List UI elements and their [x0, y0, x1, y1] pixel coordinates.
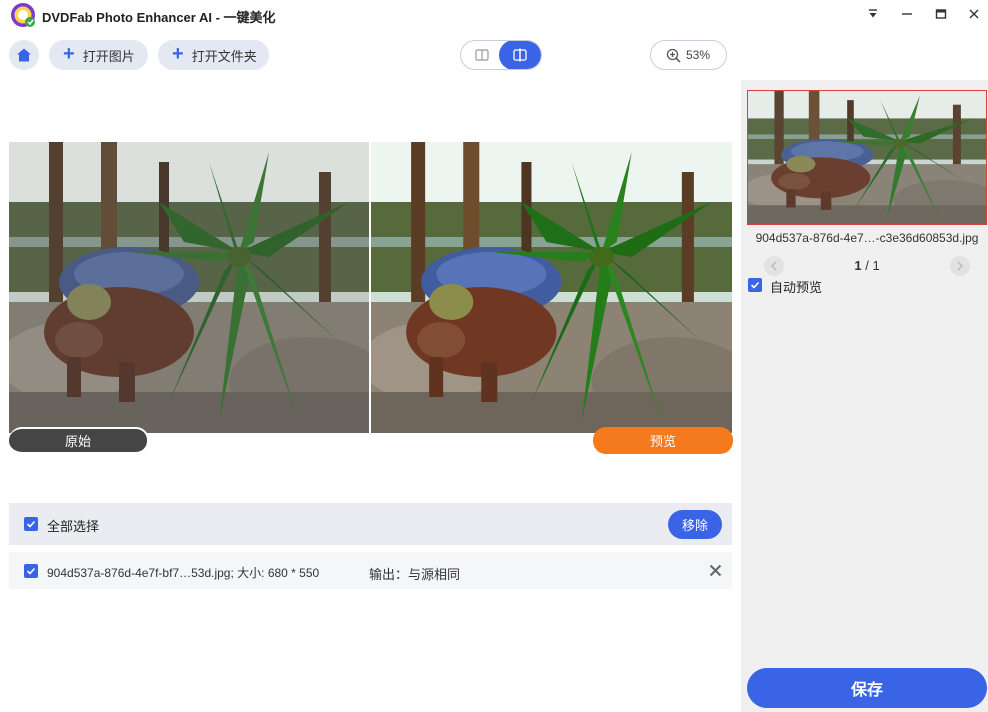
- zoom-in-icon: [666, 48, 681, 63]
- app-window: DVDFab Photo Enhancer AI - 一键美化 + 打开图片 +…: [0, 0, 988, 712]
- checkmark-icon: [26, 520, 36, 528]
- page-indicator: 1 / 1: [847, 258, 887, 273]
- checkmark-icon: [26, 567, 36, 575]
- remove-file-button[interactable]: [709, 564, 722, 582]
- chevron-left-icon: [770, 261, 777, 271]
- select-all-label: 全部选择: [47, 519, 100, 534]
- plus-icon: +: [63, 43, 75, 65]
- zoom-level: 53%: [686, 48, 711, 62]
- original-image: [9, 142, 369, 433]
- file-row: 904d537a-876d-4e7f-bf7…53d.jpg; 大小: 680 …: [9, 552, 732, 589]
- page-separator: /: [865, 258, 869, 273]
- close-icon: [709, 564, 722, 577]
- select-all-checkbox[interactable]: [24, 517, 38, 531]
- preview-image: [371, 142, 732, 433]
- page-total: 1: [872, 258, 880, 273]
- open-folder-label: 打开文件夹: [191, 48, 257, 64]
- view-mode-toggle: [460, 40, 542, 70]
- compare-view-button[interactable]: [499, 41, 541, 69]
- home-button[interactable]: [9, 40, 39, 70]
- title-bar: DVDFab Photo Enhancer AI - 一键美化: [0, 0, 988, 30]
- auto-preview-checkbox[interactable]: [748, 278, 762, 292]
- minimize-icon: [902, 13, 912, 15]
- thumbnail-image[interactable]: [747, 90, 987, 225]
- checkmark-icon: [750, 281, 760, 289]
- dropdown-icon: [869, 9, 877, 18]
- original-label-tag: 原始: [9, 427, 149, 454]
- close-icon: [969, 9, 979, 19]
- close-window-button[interactable]: [962, 3, 986, 25]
- plus-icon: +: [172, 43, 184, 65]
- window-title: DVDFab Photo Enhancer AI - 一键美化: [42, 10, 276, 25]
- auto-preview-label: 自动预览: [770, 280, 823, 295]
- compare-view-icon: [513, 48, 527, 62]
- next-page-button[interactable]: [950, 256, 970, 276]
- app-logo-icon: [11, 3, 35, 27]
- side-by-side-view-button[interactable]: [461, 41, 502, 69]
- thumbnail-filename: 904d537a-876d-4e7…-c3e36d60853d.jpg: [755, 231, 979, 245]
- window-dropdown-button[interactable]: [861, 3, 885, 25]
- file-info: 904d537a-876d-4e7f-bf7…53d.jpg; 大小: 680 …: [47, 566, 320, 580]
- select-all-bar: 全部选择: [9, 503, 732, 545]
- page-current: 1: [854, 258, 862, 273]
- home-icon: [17, 48, 31, 62]
- preview-label-tag: 预览: [593, 427, 733, 454]
- previous-page-button[interactable]: [764, 256, 784, 276]
- open-image-button[interactable]: + 打开图片: [49, 40, 148, 70]
- output-setting: 输出：与源相同: [369, 567, 461, 582]
- file-row-checkbox[interactable]: [24, 564, 38, 578]
- remove-button[interactable]: 移除: [668, 510, 722, 539]
- maximize-button[interactable]: [929, 3, 953, 25]
- split-view-icon: [474, 49, 489, 61]
- chevron-right-icon: [957, 261, 964, 271]
- open-image-label: 打开图片: [82, 48, 135, 64]
- open-folder-button[interactable]: + 打开文件夹: [158, 40, 269, 70]
- zoom-control[interactable]: 53%: [650, 40, 727, 70]
- save-button[interactable]: 保存: [747, 668, 987, 708]
- maximize-icon: [935, 9, 947, 19]
- minimize-button[interactable]: [895, 3, 919, 25]
